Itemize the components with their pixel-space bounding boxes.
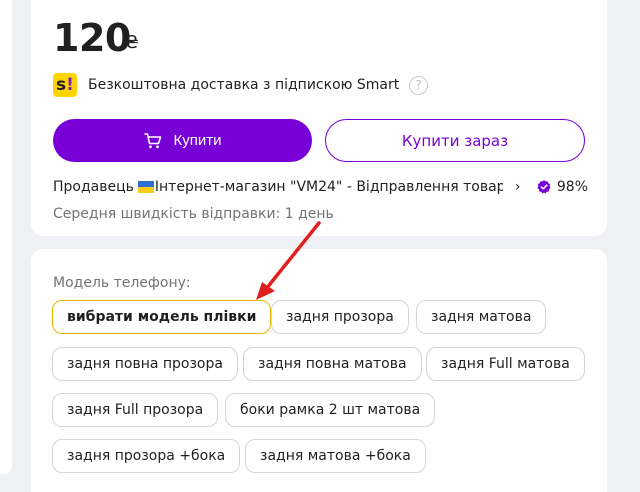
chevron-right-icon[interactable]: ›	[515, 179, 521, 195]
option-chip[interactable]: задня прозора	[271, 300, 409, 334]
seller-rating-value: 98%	[556, 179, 588, 195]
smart-delivery-row: s! Безкоштовна доставка з підпискою Smar…	[53, 72, 429, 98]
seller-rating: 98%	[536, 179, 588, 195]
shipping-speed-text: Середня швидкість відправки: 1 день	[53, 206, 334, 222]
left-panel-edge	[0, 0, 12, 474]
buy-button-label: Купити	[173, 132, 222, 149]
buy-button[interactable]: Купити	[53, 119, 312, 162]
option-chip[interactable]: задня повна матова	[243, 347, 422, 381]
option-chip[interactable]: задня прозора +бока	[52, 439, 241, 473]
option-chip[interactable]: боки рамка 2 шт матова	[225, 393, 436, 427]
option-chip[interactable]: задня матова +бока	[245, 439, 426, 473]
option-chip[interactable]: задня Full матова	[426, 347, 585, 381]
option-chip[interactable]: задня Full прозора	[52, 393, 219, 427]
seller-label: Продавець	[53, 179, 134, 195]
phone-model-label: Модель телефону:	[53, 275, 191, 291]
seller-name-link[interactable]: Інтернет-магазин "VM24" - Відправлення т…	[155, 179, 503, 195]
price-currency: ₴	[125, 32, 139, 53]
buy-now-button[interactable]: Купити зараз	[325, 119, 585, 162]
option-chip[interactable]: задня повна прозора	[52, 347, 238, 381]
smart-logo-icon: s!	[53, 73, 77, 97]
cart-icon	[143, 132, 162, 149]
options-card: Модель телефону: вибрати модель плівки з…	[31, 249, 607, 492]
smart-delivery-text: Безкоштовна доставка з підпискою Smart	[88, 77, 400, 93]
buy-now-button-label: Купити зараз	[401, 131, 509, 150]
ukraine-flag-icon	[137, 181, 154, 193]
purchase-card: 120 ₴ s! Безкоштовна доставка з підписко…	[31, 0, 607, 236]
option-chip[interactable]: задня матова	[416, 300, 547, 334]
medal-icon	[536, 179, 552, 195]
seller-row[interactable]: Продавець Інтернет-магазин "VM24" - Відп…	[53, 176, 588, 198]
price-value: 120	[53, 16, 131, 60]
option-chip-selected[interactable]: вибрати модель плівки	[52, 300, 272, 334]
question-icon[interactable]: ?	[409, 75, 429, 95]
